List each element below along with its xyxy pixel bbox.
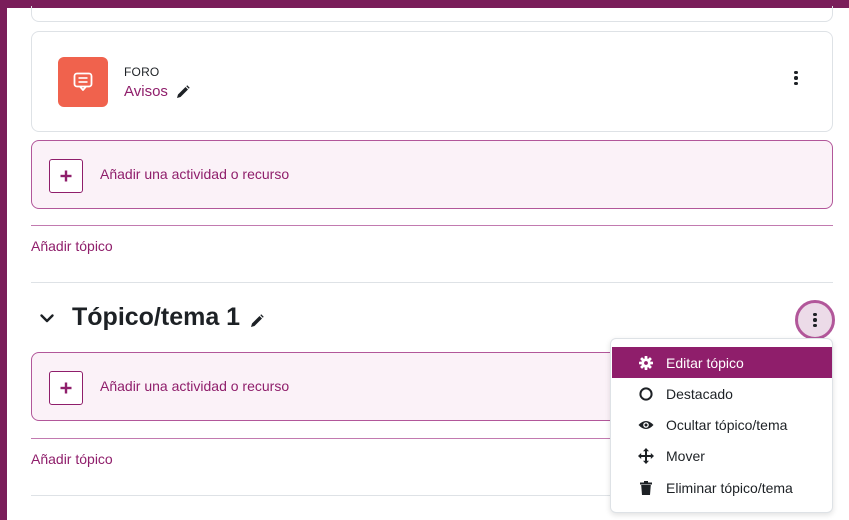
course-frame-left-border	[0, 0, 7, 520]
pencil-icon[interactable]	[176, 84, 190, 99]
section-header: Tópico/tema 1	[38, 303, 264, 332]
forum-icon[interactable]	[58, 57, 108, 107]
gear-icon	[638, 355, 654, 371]
move-icon	[638, 447, 654, 464]
section-actions-menu: Editar tópico Destacado Ocultar tópico/t…	[610, 338, 833, 513]
add-topic-link[interactable]: Añadir tópico	[31, 238, 113, 254]
plus-icon[interactable]	[49, 159, 83, 193]
previous-activity-card	[31, 6, 833, 22]
section-title: Tópico/tema 1	[72, 303, 241, 331]
menu-item-hide-topic[interactable]: Ocultar tópico/tema	[612, 409, 832, 440]
menu-item-move[interactable]: Mover	[612, 440, 832, 471]
menu-item-label: Editar tópico	[666, 354, 744, 371]
eye-icon	[638, 417, 654, 433]
chevron-down-icon[interactable]	[38, 309, 56, 327]
add-activity-area[interactable]: Añadir una actividad o recurso	[31, 140, 833, 209]
menu-item-label: Ocultar tópico/tema	[666, 416, 788, 433]
menu-item-label: Eliminar tópico/tema	[666, 479, 793, 496]
activity-actions-kebab-icon[interactable]	[786, 66, 806, 90]
menu-item-delete-topic[interactable]: Eliminar tópico/tema	[612, 472, 832, 503]
section-actions-button[interactable]	[795, 300, 835, 340]
plus-icon[interactable]	[49, 371, 83, 405]
circle-icon	[638, 386, 654, 402]
add-activity-label[interactable]: Añadir una actividad o recurso	[100, 378, 289, 394]
menu-item-edit-topic[interactable]: Editar tópico	[612, 347, 832, 378]
menu-item-label: Mover	[666, 447, 705, 464]
pencil-icon[interactable]	[250, 313, 264, 328]
activity-type-label: FORO	[124, 65, 160, 79]
section-divider	[31, 282, 833, 283]
add-topic-link[interactable]: Añadir tópico	[31, 451, 113, 467]
kebab-icon	[798, 303, 832, 337]
activity-card-forum: FORO Avisos	[31, 31, 833, 132]
section-divider	[31, 225, 833, 226]
menu-item-highlight[interactable]: Destacado	[612, 378, 832, 409]
activity-name-link[interactable]: Avisos	[124, 83, 168, 100]
add-activity-label[interactable]: Añadir una actividad o recurso	[100, 166, 289, 182]
menu-item-label: Destacado	[666, 385, 733, 402]
trash-icon	[638, 480, 654, 496]
